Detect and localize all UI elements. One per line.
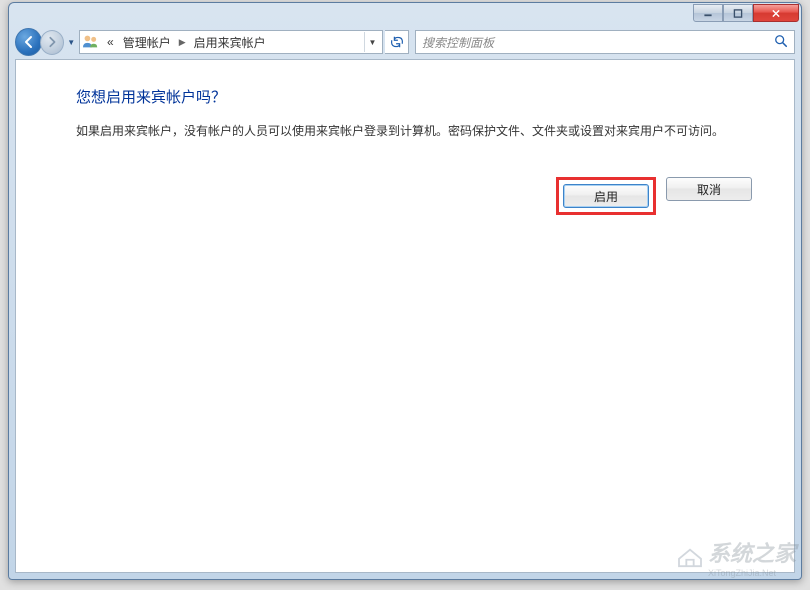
address-bar[interactable]: « 管理帐户 ▶ 启用来宾帐户 ▼ xyxy=(79,30,383,54)
page-description: 如果启用来宾帐户，没有帐户的人员可以使用来宾帐户登录到计算机。密码保护文件、文件… xyxy=(76,121,736,141)
page-heading: 您想启用来宾帐户吗？ xyxy=(76,86,754,107)
titlebar xyxy=(9,3,801,25)
close-button[interactable] xyxy=(753,4,799,22)
cancel-button[interactable]: 取消 xyxy=(666,177,752,201)
chevron-right-icon: ▶ xyxy=(177,37,188,48)
forward-button[interactable] xyxy=(40,30,64,55)
navigation-bar: ▼ « 管理帐户 ▶ 启用来宾帐户 ▼ xyxy=(15,25,795,59)
refresh-button[interactable] xyxy=(385,30,409,54)
button-row: 启用 取消 xyxy=(76,177,754,215)
nav-history-dropdown[interactable]: ▼ xyxy=(65,32,77,52)
search-placeholder: 搜索控制面板 xyxy=(422,34,774,51)
search-icon xyxy=(774,34,788,51)
breadcrumb-item-1[interactable]: 管理帐户 xyxy=(120,32,174,53)
window-controls xyxy=(693,4,799,22)
content-area: 您想启用来宾帐户吗？ 如果启用来宾帐户，没有帐户的人员可以使用来宾帐户登录到计算… xyxy=(15,59,795,573)
maximize-button[interactable] xyxy=(723,4,753,22)
search-box[interactable]: 搜索控制面板 xyxy=(415,30,795,54)
users-icon xyxy=(82,33,100,51)
minimize-button[interactable] xyxy=(693,4,723,22)
nav-back-forward-group: ▼ xyxy=(15,27,77,57)
breadcrumb-prefix[interactable]: « xyxy=(104,33,117,51)
explorer-window: ▼ « 管理帐户 ▶ 启用来宾帐户 ▼ xyxy=(8,2,802,580)
enable-button[interactable]: 启用 xyxy=(563,184,649,208)
address-dropdown[interactable]: ▼ xyxy=(364,32,380,52)
breadcrumb: « 管理帐户 ▶ 启用来宾帐户 xyxy=(104,32,269,53)
breadcrumb-item-2[interactable]: 启用来宾帐户 xyxy=(191,32,269,53)
back-button[interactable] xyxy=(15,28,42,56)
main-content: 您想启用来宾帐户吗？ 如果启用来宾帐户，没有帐户的人员可以使用来宾帐户登录到计算… xyxy=(16,60,794,235)
highlight-annotation: 启用 xyxy=(556,177,656,215)
